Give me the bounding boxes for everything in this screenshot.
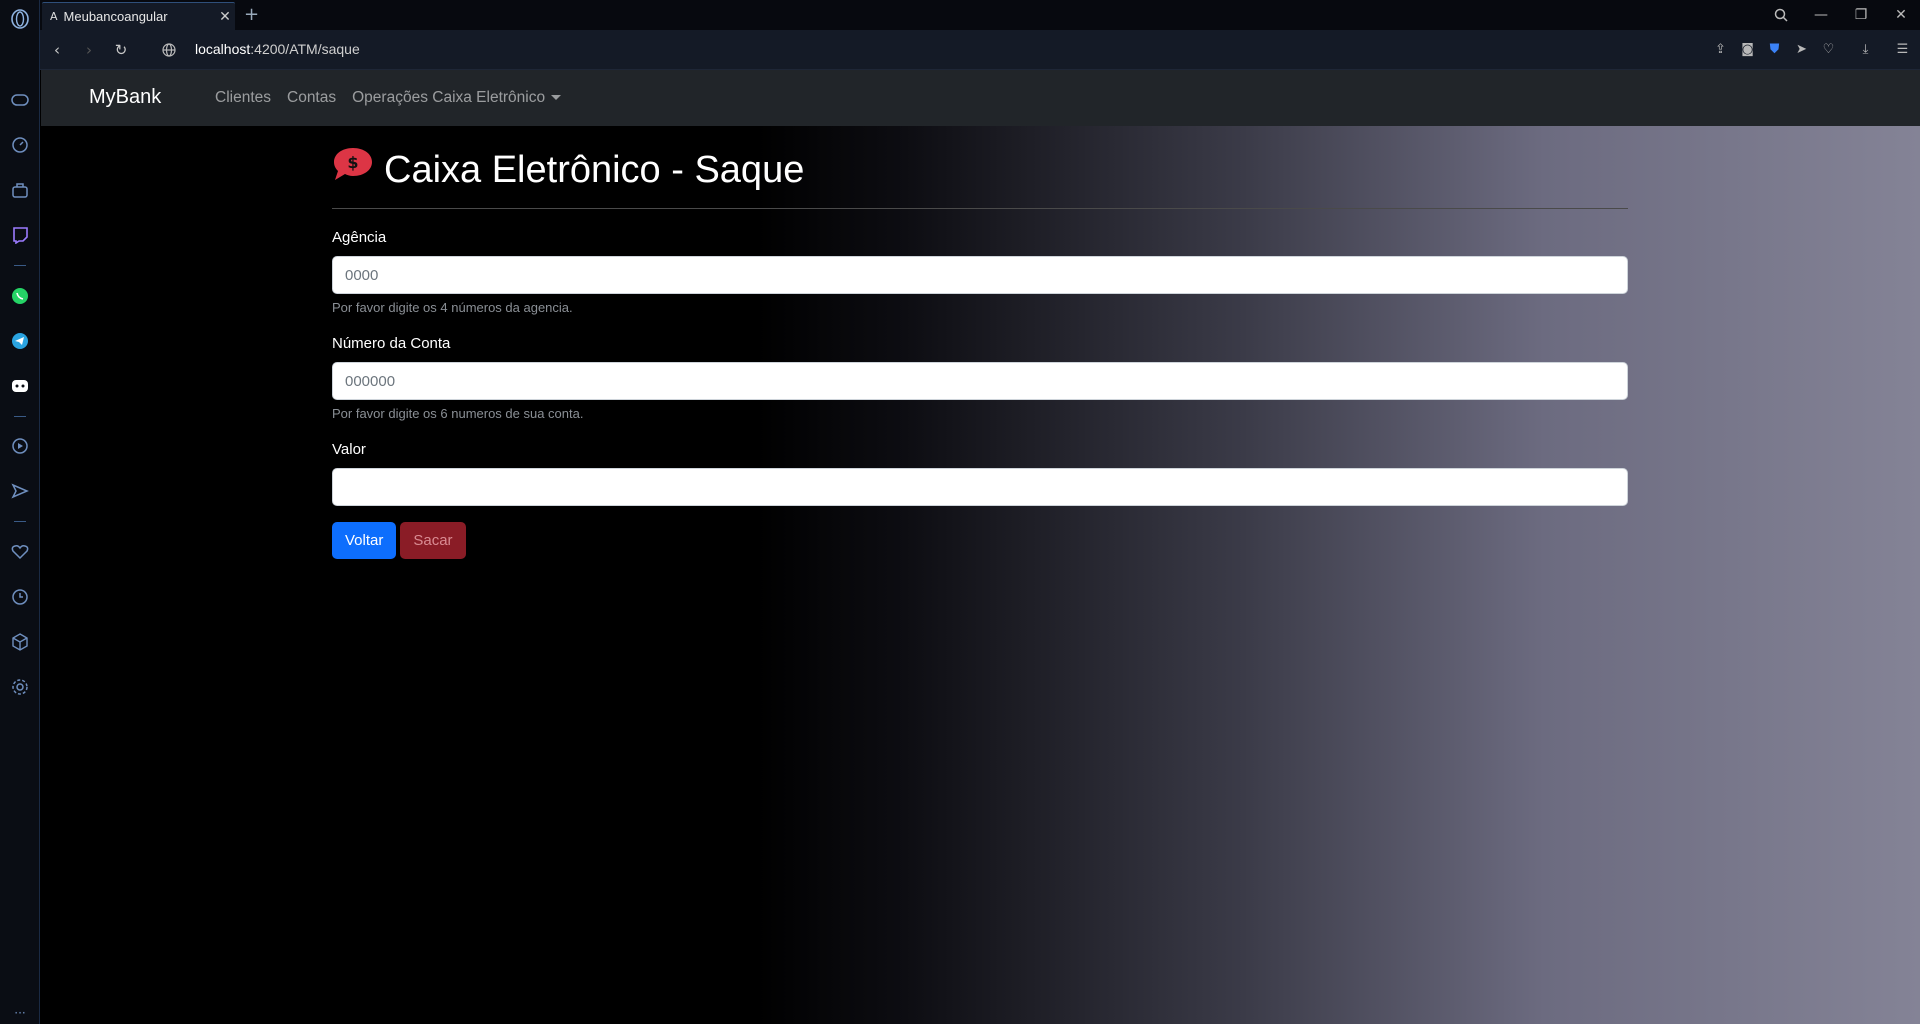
more-icon[interactable]: ···	[9, 1002, 31, 1024]
url-path: :4200/ATM/saque	[250, 41, 360, 57]
svg-text:$: $	[347, 153, 358, 172]
address-bar: ‹ › ↻ localhost:4200/ATM/saque ⇪ ◙ ⛊ ➤ ♡…	[40, 30, 1920, 70]
valor-input[interactable]	[332, 468, 1628, 506]
back-icon[interactable]: ‹	[46, 39, 68, 61]
form-buttons: Voltar Sacar	[332, 522, 1628, 559]
tab-active[interactable]: A Meubancoangular ✕	[42, 2, 235, 30]
url-field[interactable]: localhost:4200/ATM/saque	[195, 41, 360, 57]
tab-bar: A Meubancoangular ✕ + — ❐ ✕	[40, 0, 1920, 30]
search-icon[interactable]	[1770, 4, 1792, 26]
nav-clientes[interactable]: Clientes	[215, 89, 271, 107]
bag-icon[interactable]	[9, 179, 31, 201]
player-icon[interactable]	[9, 435, 31, 457]
settings-icon[interactable]	[9, 676, 31, 698]
agencia-input[interactable]	[332, 256, 1628, 294]
agencia-group: Agência Por favor digite os 4 números da…	[332, 229, 1628, 315]
caret-down-icon	[551, 95, 562, 101]
whatsapp-icon[interactable]	[9, 285, 31, 307]
angular-favicon-icon: A	[50, 10, 58, 23]
minimize-icon[interactable]: —	[1810, 4, 1832, 26]
page-viewport: MyBank Clientes Contas Operações Caixa E…	[41, 70, 1920, 1024]
sidebar-divider	[14, 416, 26, 417]
discord-icon[interactable]	[9, 375, 31, 397]
telegram-icon[interactable]	[9, 330, 31, 352]
money-chat-icon: $	[332, 146, 374, 194]
back-button[interactable]: Voltar	[332, 522, 397, 559]
shield-icon[interactable]: ⛊	[1765, 39, 1784, 59]
browser-sidebar: ···	[0, 0, 40, 1024]
agencia-help: Por favor digite os 4 números da agencia…	[332, 300, 573, 315]
new-tab-icon[interactable]: +	[244, 4, 259, 25]
page-title: Caixa Eletrônico - Saque	[384, 148, 805, 191]
close-tab-icon[interactable]: ✕	[215, 9, 235, 25]
restore-icon[interactable]: ❐	[1850, 4, 1872, 26]
agencia-label: Agência	[332, 229, 387, 246]
url-host: localhost	[195, 41, 251, 57]
sidebar-divider	[14, 265, 26, 266]
cube-icon[interactable]	[9, 631, 31, 653]
globe-icon	[158, 39, 180, 61]
conta-group: Número da Conta Por favor digite os 6 nu…	[332, 335, 1628, 421]
download-icon[interactable]: ⤓	[1856, 39, 1875, 59]
nav-contas[interactable]: Contas	[287, 89, 336, 107]
send-icon[interactable]	[9, 480, 31, 502]
heart-icon[interactable]: ♡	[1819, 39, 1838, 59]
forward-icon[interactable]: ›	[78, 39, 100, 61]
valor-group: Valor	[332, 441, 1628, 506]
sidebar-divider	[14, 521, 26, 522]
share-icon[interactable]: ⇪	[1711, 39, 1730, 59]
nav-atm-label: Operações Caixa Eletrônico	[352, 89, 546, 106]
title-divider	[332, 208, 1628, 209]
gamepad-icon[interactable]	[9, 89, 31, 111]
send-icon[interactable]: ➤	[1792, 39, 1811, 59]
reload-icon[interactable]: ↻	[110, 39, 132, 61]
twitch-icon[interactable]	[9, 224, 31, 246]
nav-links: Clientes Contas Operações Caixa Eletrôni…	[215, 89, 562, 107]
valor-label: Valor	[332, 441, 366, 458]
app-navbar: MyBank Clientes Contas Operações Caixa E…	[41, 70, 1920, 126]
speedometer-icon[interactable]	[9, 134, 31, 156]
toolbar-icons: ⇪ ◙ ⛊ ➤ ♡ ⤓ ☰	[1711, 39, 1912, 59]
nav-atm-dropdown[interactable]: Operações Caixa Eletrônico	[352, 89, 562, 107]
close-window-icon[interactable]: ✕	[1890, 4, 1912, 26]
menu-icon[interactable]: ☰	[1893, 39, 1912, 59]
tab-title: Meubancoangular	[63, 9, 168, 24]
history-icon[interactable]	[9, 586, 31, 608]
conta-help: Por favor digite os 6 numeros de sua con…	[332, 406, 584, 421]
heart-icon[interactable]	[9, 541, 31, 563]
withdraw-button[interactable]: Sacar	[400, 522, 466, 559]
conta-label: Número da Conta	[332, 335, 451, 352]
page-heading: $ Caixa Eletrônico - Saque	[332, 146, 1628, 194]
window-controls: — ❐ ✕	[1770, 4, 1912, 26]
main-container: $ Caixa Eletrônico - Saque Agência Por f…	[332, 126, 1628, 559]
opera-logo-icon[interactable]	[9, 8, 31, 30]
camera-icon[interactable]: ◙	[1738, 39, 1757, 59]
conta-input[interactable]	[332, 362, 1628, 400]
brand-link[interactable]: MyBank	[89, 86, 161, 109]
